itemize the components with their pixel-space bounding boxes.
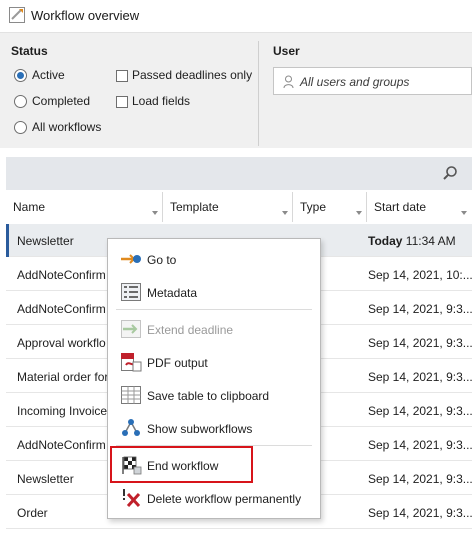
row-date-time: 11:34 AM: [402, 234, 456, 248]
menu-item-pdf-output[interactable]: PDF output: [108, 345, 320, 378]
title-bar: Workflow overview: [0, 0, 472, 33]
menu-item-label: Metadata: [147, 286, 198, 300]
row-start-date: Sep 14, 2021, 10:...: [368, 268, 472, 282]
row-start-date: Sep 14, 2021, 9:3...: [368, 438, 472, 452]
menu-item-delete-workflow-permanently[interactable]: Delete workflow permanently: [108, 481, 320, 514]
radio-completed[interactable]: [14, 95, 27, 108]
menu-separator: [116, 309, 312, 310]
user-filter-field[interactable]: All users and groups: [273, 67, 472, 95]
column-start-date-label: Start date: [374, 200, 427, 214]
window-title: Workflow overview: [31, 8, 140, 23]
column-header-type[interactable]: Type: [293, 190, 367, 224]
user-label: User: [273, 44, 300, 58]
menu-item-go-to[interactable]: Go to: [108, 242, 320, 275]
column-header-name[interactable]: Name: [6, 190, 163, 224]
search-icon[interactable]: [442, 165, 458, 181]
user-icon: [283, 75, 294, 89]
checkbox-load-fields-label[interactable]: Load fields: [132, 94, 190, 108]
table-clipboard-icon: [121, 386, 141, 404]
table-header: Name Template Type Start date: [6, 190, 472, 225]
row-start-date: Today 11:34 AM: [368, 234, 472, 248]
status-label: Status: [11, 44, 48, 58]
metadata-icon: [121, 283, 141, 301]
checkbox-passed-deadlines[interactable]: [116, 70, 128, 82]
radio-active[interactable]: [14, 69, 27, 82]
menu-item-show-subworkflows[interactable]: Show subworkflows: [108, 411, 320, 444]
menu-item-label: PDF output: [147, 356, 208, 370]
menu-item-save-table-to-clipboard[interactable]: Save table to clipboard: [108, 378, 320, 411]
row-start-date: Sep 14, 2021, 9:3...: [368, 404, 472, 418]
extend-deadline-icon: [121, 320, 141, 338]
column-type-label: Type: [300, 200, 327, 214]
radio-active-label[interactable]: Active: [32, 68, 65, 82]
menu-item-label: Show subworkflows: [147, 422, 253, 436]
row-date-prefix: Today: [368, 234, 403, 248]
row-start-date: Sep 14, 2021, 9:3...: [368, 472, 472, 486]
column-template-label: Template: [170, 200, 219, 214]
column-header-start-date[interactable]: Start date: [367, 190, 472, 224]
column-sort-icon[interactable]: [461, 211, 467, 215]
filter-divider: [258, 41, 259, 146]
highlight-frame: [110, 446, 253, 483]
delete-x-icon: [123, 489, 141, 508]
menu-item-label: Go to: [147, 253, 177, 267]
filter-panel: Status Active Completed All workflows Pa…: [0, 33, 472, 148]
menu-item-label: Save table to clipboard: [147, 389, 270, 403]
row-start-date: Sep 14, 2021, 9:3...: [368, 302, 472, 316]
radio-all-workflows-label[interactable]: All workflows: [32, 120, 101, 134]
row-start-date: Sep 14, 2021, 9:3...: [368, 336, 472, 350]
menu-item-metadata[interactable]: Metadata: [108, 275, 320, 308]
column-sort-icon[interactable]: [356, 211, 362, 215]
checkbox-passed-deadlines-label[interactable]: Passed deadlines only: [132, 68, 252, 82]
selection-marker: [6, 224, 9, 257]
row-start-date: Sep 14, 2021, 9:3...: [368, 370, 472, 384]
subworkflows-icon: [122, 419, 140, 436]
menu-item-label: Delete workflow permanently: [147, 492, 302, 506]
column-sort-icon[interactable]: [282, 211, 288, 215]
radio-completed-label[interactable]: Completed: [32, 94, 90, 108]
table-toolbar: [6, 157, 472, 190]
menu-item-label: Extend deadline: [147, 323, 234, 337]
goto-arrow-icon: [121, 254, 141, 264]
user-filter-placeholder: All users and groups: [300, 75, 410, 89]
pdf-icon: [121, 353, 142, 372]
menu-item-extend-deadline[interactable]: Extend deadline: [108, 312, 320, 345]
column-header-template[interactable]: Template: [163, 190, 293, 224]
row-start-date: Sep 14, 2021, 9:3...: [368, 506, 472, 520]
checkbox-load-fields[interactable]: [116, 96, 128, 108]
column-sort-icon[interactable]: [152, 211, 158, 215]
column-name-label: Name: [13, 200, 46, 214]
radio-all-workflows[interactable]: [14, 121, 27, 134]
workflow-window-icon: [9, 7, 25, 23]
